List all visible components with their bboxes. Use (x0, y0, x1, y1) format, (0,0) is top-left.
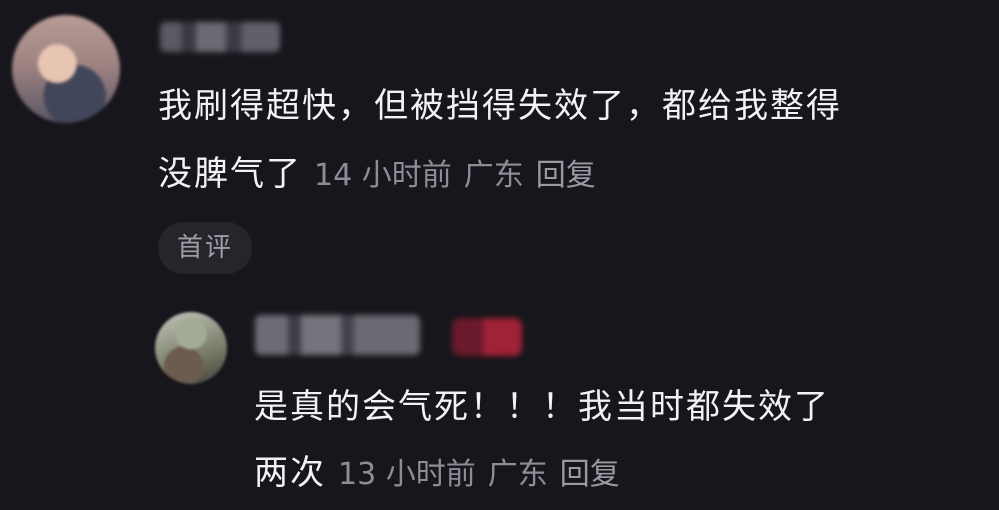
comment-location: 广东 (463, 158, 524, 193)
reply-reply-button[interactable]: 回复 (560, 457, 620, 492)
comment-text-continued: 没脾气了 14 小时前 广东 回复 (158, 143, 608, 207)
reply-time: 13 小时前 (338, 457, 476, 492)
comment-meta: 14 小时前 广东 回复 (314, 158, 608, 193)
reply-location: 广东 (487, 457, 548, 492)
reply-text: 是真的会气死！！！我当时都失效了 (254, 387, 830, 427)
author-badge-blurred (452, 318, 522, 356)
reply-text-end: 两次 (254, 453, 326, 493)
comment-text: 我刷得超快，但被挡得失效了，都给我整得 (158, 86, 842, 126)
reply-text-continued: 两次 13 小时前 广东 回复 (254, 442, 632, 506)
first-comment-tag: 首评 (158, 222, 252, 274)
reply-meta: 13 小时前 广东 回复 (338, 457, 632, 492)
comment-time: 14 小时前 (314, 158, 452, 193)
comment-text-end: 没脾气了 (158, 154, 302, 194)
avatar[interactable] (12, 15, 120, 123)
reply-avatar[interactable] (155, 312, 227, 384)
comment-thread: 我刷得超快，但被挡得失效了，都给我整得 没脾气了 14 小时前 广东 回复 首评 是真… (0, 0, 999, 510)
username-blurred[interactable] (160, 22, 280, 52)
reply-username-blurred[interactable] (255, 315, 420, 355)
reply-button[interactable]: 回复 (536, 158, 596, 193)
